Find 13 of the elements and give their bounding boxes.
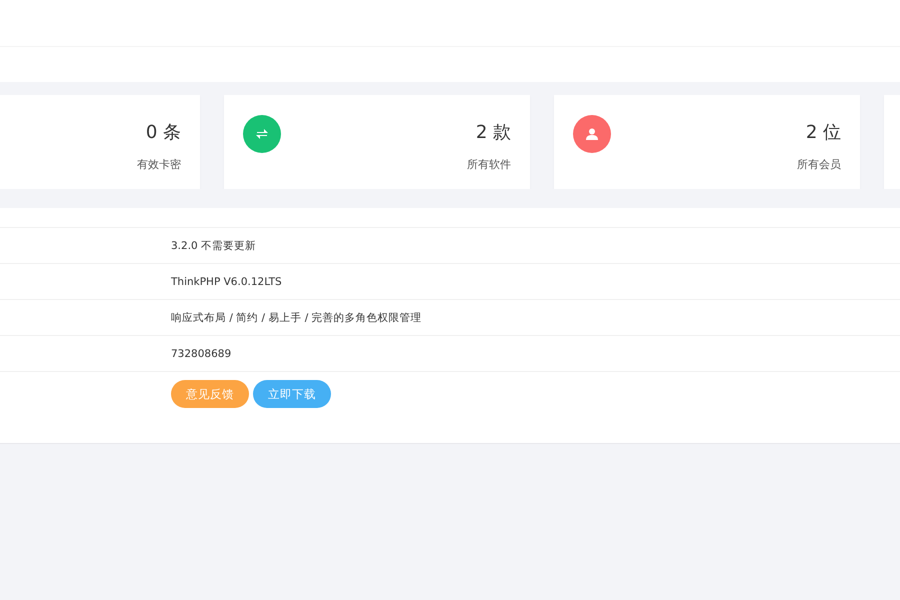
stat-label: 所有软件 [467, 157, 511, 172]
info-value: ThinkPHP V6.0.12LTS [171, 276, 282, 288]
download-button[interactable]: 立即下载 [253, 380, 331, 408]
stat-value: 2 位 [806, 121, 841, 145]
info-value: 响应式布局 / 简约 / 易上手 / 完善的多角色权限管理 [171, 310, 422, 324]
info-value: 3.2.0 不需要更新 [171, 238, 256, 252]
stat-label: 有效卡密 [137, 157, 181, 172]
stat-value: 0 条 [146, 121, 181, 145]
info-value: 732808689 [171, 348, 232, 360]
user-icon [585, 127, 599, 141]
stat-value: 2 款 [476, 121, 511, 145]
stat-label: 所有会员 [797, 157, 841, 172]
feedback-button[interactable]: 意见反馈 [171, 380, 249, 408]
